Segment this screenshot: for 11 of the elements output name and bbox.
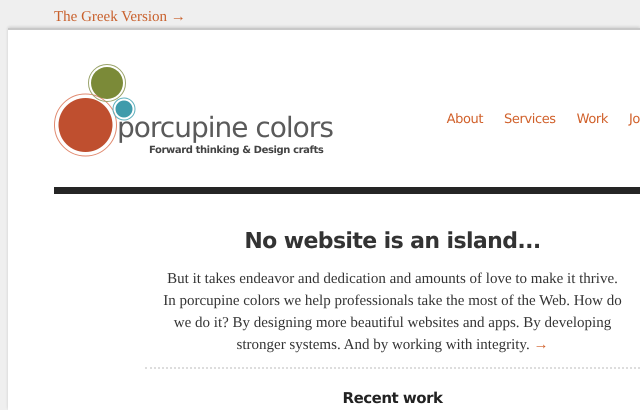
nav-link[interactable]: About [446,112,484,127]
read-more-link[interactable]: → [533,337,548,353]
intro-paragraph: But it takes endeavor and dedication and amounts of love to make it thrive. In porcupine colors we help professionals take the most of the Web. How do we do it? By designing more beautiful websites and apps. By developing stronger systems. And by working with integrity. → [162,270,623,355]
nav-link[interactable]: Work [576,112,608,127]
logo-name: porcupine colors [117,112,333,144]
intro-heading: No website is an island... [244,229,541,254]
tagline: Forward thinking & Design crafts [149,145,324,157]
section-heading: Recent work [342,390,442,406]
nav-link[interactable]: Services [504,112,556,127]
greek-version-link[interactable]: The Greek Version → [54,9,186,25]
nav-link[interactable]: Jo [629,112,640,127]
